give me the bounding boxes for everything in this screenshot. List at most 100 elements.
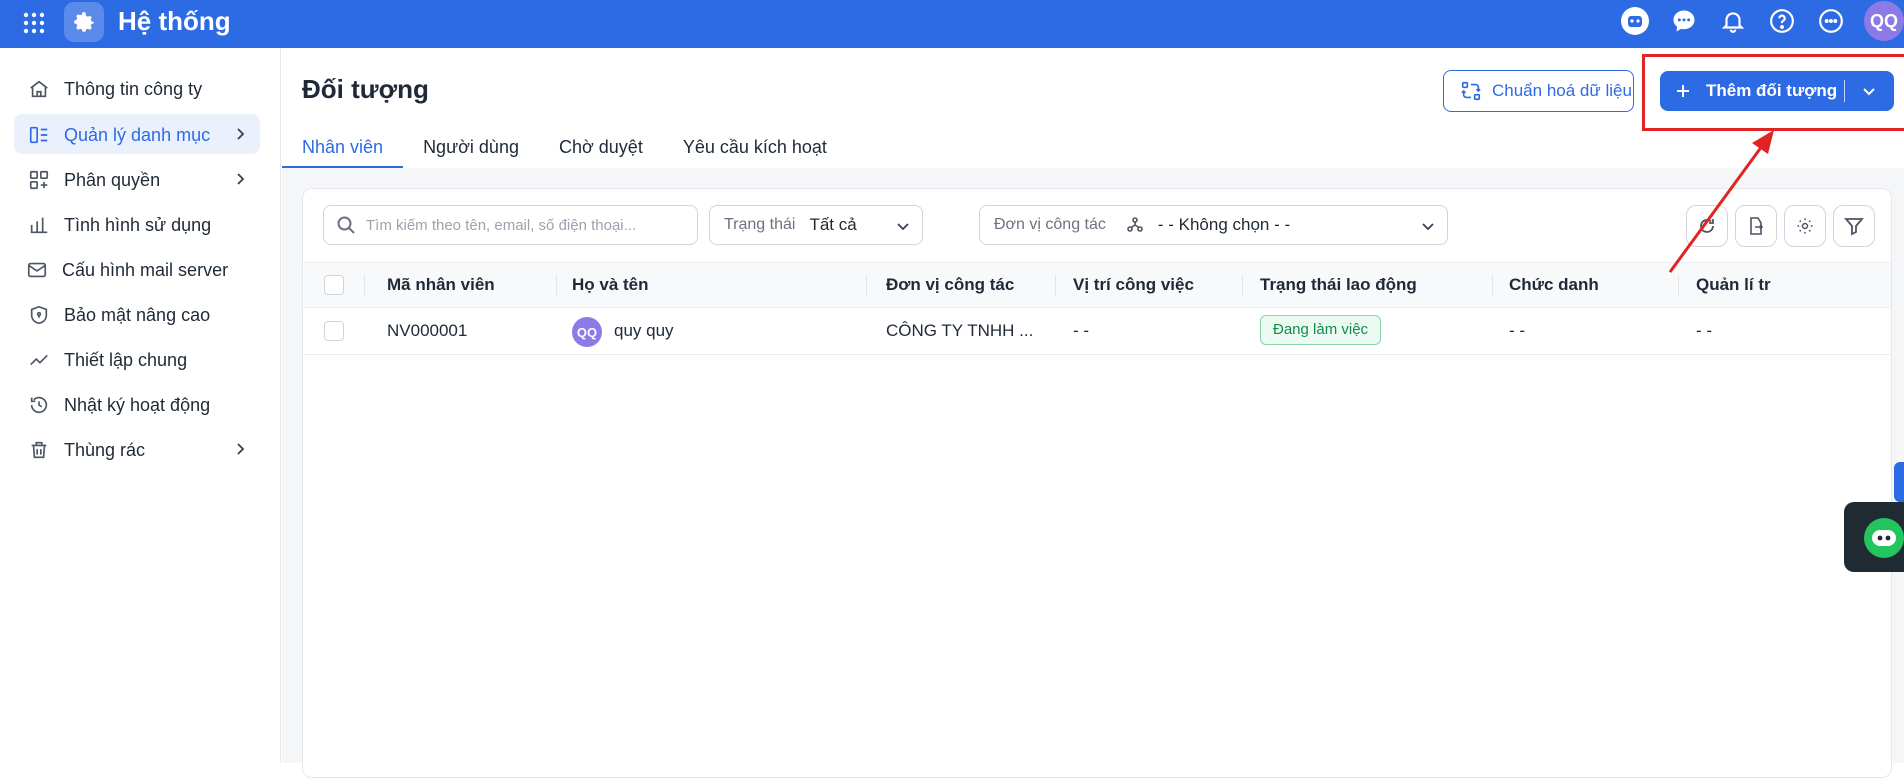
sidebar-item-label: Tình hình sử dụng [64,215,212,235]
sidebar-item-label: Cấu hình mail server [62,260,229,280]
sidebar: Thông tin công ty Quản lý danh mục Phân … [0,48,281,763]
add-object-button[interactable]: Thêm đối tượng [1660,71,1894,111]
chat-icon[interactable] [1668,5,1700,37]
header-job-position[interactable]: Vị trí công việc [1073,275,1194,295]
file-export-icon [1750,217,1764,235]
export-button[interactable] [1735,205,1777,247]
sidebar-item-label: Bảo mật nâng cao [64,305,211,325]
header-work-status[interactable]: Trạng thái lao động [1260,275,1417,295]
select-all-checkbox[interactable] [324,275,344,295]
sidebar-item-catalog[interactable]: Quản lý danh mục [14,114,260,154]
settings-button[interactable] [1784,205,1826,247]
gear-icon [1797,218,1813,234]
chevron-down-icon[interactable] [1860,82,1878,100]
chevron-right-icon [237,443,245,455]
refresh-icon [1700,219,1714,233]
cell-job-title: - - [1509,321,1526,340]
unit-filter-label: Đơn vị công tác [994,216,1106,233]
sidebar-item-label: Phân quyền [64,170,161,190]
app-launcher-icon[interactable] [17,6,51,40]
chevron-down-icon [897,223,909,231]
catalog-icon [29,126,48,144]
add-object-label: Thêm đối tượng [1706,81,1838,100]
page-title: Đối tượng [302,74,429,104]
more-icon[interactable] [1815,5,1847,37]
sidebar-item-usage[interactable]: Tình hình sử dụng [14,204,260,244]
header-work-unit[interactable]: Đơn vị công tác [886,275,1014,295]
table-header: Mã nhân viên Họ và tên Đơn vị công tác V… [303,262,1891,308]
sidebar-item-label: Thùng rác [64,440,146,460]
sync-arrows-icon [1461,81,1481,101]
employee-table-card: Trạng thái Tất cả Đơn vị công tác - - Kh… [302,188,1892,778]
unit-filter-select[interactable]: Đơn vị công tác - - Không chọn - - [979,205,1448,245]
trash-icon [31,441,47,459]
column-divider [866,275,867,297]
sidebar-item-permissions[interactable]: Phân quyền [14,159,260,199]
chevron-down-icon [1422,223,1434,231]
header-manager[interactable]: Quản lí tr [1696,275,1771,295]
column-divider [1055,275,1056,297]
button-divider [1844,80,1845,102]
filter-icon [1844,218,1864,236]
gear-icon [64,2,104,42]
chatbot-icon [1864,518,1904,558]
search-icon [337,216,355,234]
sidebar-item-security[interactable]: Bảo mật nâng cao [14,294,260,334]
status-filter-select[interactable]: Trạng thái Tất cả [709,205,923,245]
table-row[interactable]: NV000001 QQ quy quy CÔNG TY TNHH ... - -… [303,308,1891,355]
normalize-data-button[interactable]: Chuẩn hoá dữ liệu [1443,70,1634,112]
column-divider [1242,275,1243,297]
plus-icon [1677,85,1689,97]
cell-job-position: - - [1073,321,1090,340]
header-job-title[interactable]: Chức danh [1509,275,1599,295]
filter-button[interactable] [1833,205,1875,247]
avatar: QQ [572,317,602,347]
tab-users[interactable]: Người dùng [403,130,539,168]
trend-line-icon [30,354,48,366]
sidebar-item-trash[interactable]: Thùng rác [14,429,260,469]
unit-filter-value: - - Không chọn - - [1157,215,1291,234]
chatbot-widget[interactable] [1844,502,1904,572]
column-divider [1492,275,1493,297]
robot-icon[interactable] [1619,5,1651,37]
tab-pending[interactable]: Chờ duyệt [539,130,663,168]
sidebar-item-general-settings[interactable]: Thiết lập chung [14,339,260,379]
header-full-name[interactable]: Họ và tên [572,275,649,295]
header-employee-code[interactable]: Mã nhân viên [387,275,495,295]
chevron-right-icon [237,173,245,185]
sidebar-item-label: Nhật ký hoạt động [64,395,211,415]
sidebar-item-label: Thông tin công ty [64,79,203,99]
user-avatar[interactable]: QQ [1864,1,1904,41]
sidebar-item-company-info[interactable]: Thông tin công ty [14,68,260,108]
home-icon [30,80,48,98]
status-badge: Đang làm việc [1260,315,1382,345]
search-input[interactable] [364,215,684,235]
bar-chart-icon [30,217,48,234]
search-box[interactable] [323,205,698,245]
mail-icon [27,262,47,278]
cell-employee-code: NV000001 [387,321,468,340]
sidebar-item-label: Quản lý danh mục [64,125,211,145]
cell-full-name: quy quy [614,321,674,340]
bell-icon[interactable] [1717,5,1749,37]
main-content: Đối tượng Nhân viên Người dùng Chờ duyệt… [282,48,1904,778]
tab-activation-requests[interactable]: Yêu cầu kích hoạt [663,130,847,168]
refresh-button[interactable] [1686,205,1728,247]
status-filter-value: Tất cả [809,215,857,234]
row-checkbox[interactable] [324,321,344,341]
sidebar-item-mail-server[interactable]: Cấu hình mail server [14,249,260,289]
sidebar-item-label: Thiết lập chung [64,350,188,370]
tab-employees[interactable]: Nhân viên [282,130,404,168]
org-tree-icon [1127,217,1143,232]
cell-work-unit: CÔNG TY TNHH ... [886,321,1034,340]
side-panel-toggle[interactable] [1894,462,1904,502]
column-divider [364,275,365,297]
column-divider [1678,275,1679,297]
column-divider [556,275,557,297]
top-bar: Hệ thống QQ [0,0,1904,48]
help-icon[interactable] [1766,5,1798,37]
sidebar-item-activity-log[interactable]: Nhật ký hoạt động [14,384,260,424]
grid-plus-icon [29,170,49,190]
page-header: Đối tượng Nhân viên Người dùng Chờ duyệt… [282,48,1904,168]
chevron-right-icon [237,128,245,140]
